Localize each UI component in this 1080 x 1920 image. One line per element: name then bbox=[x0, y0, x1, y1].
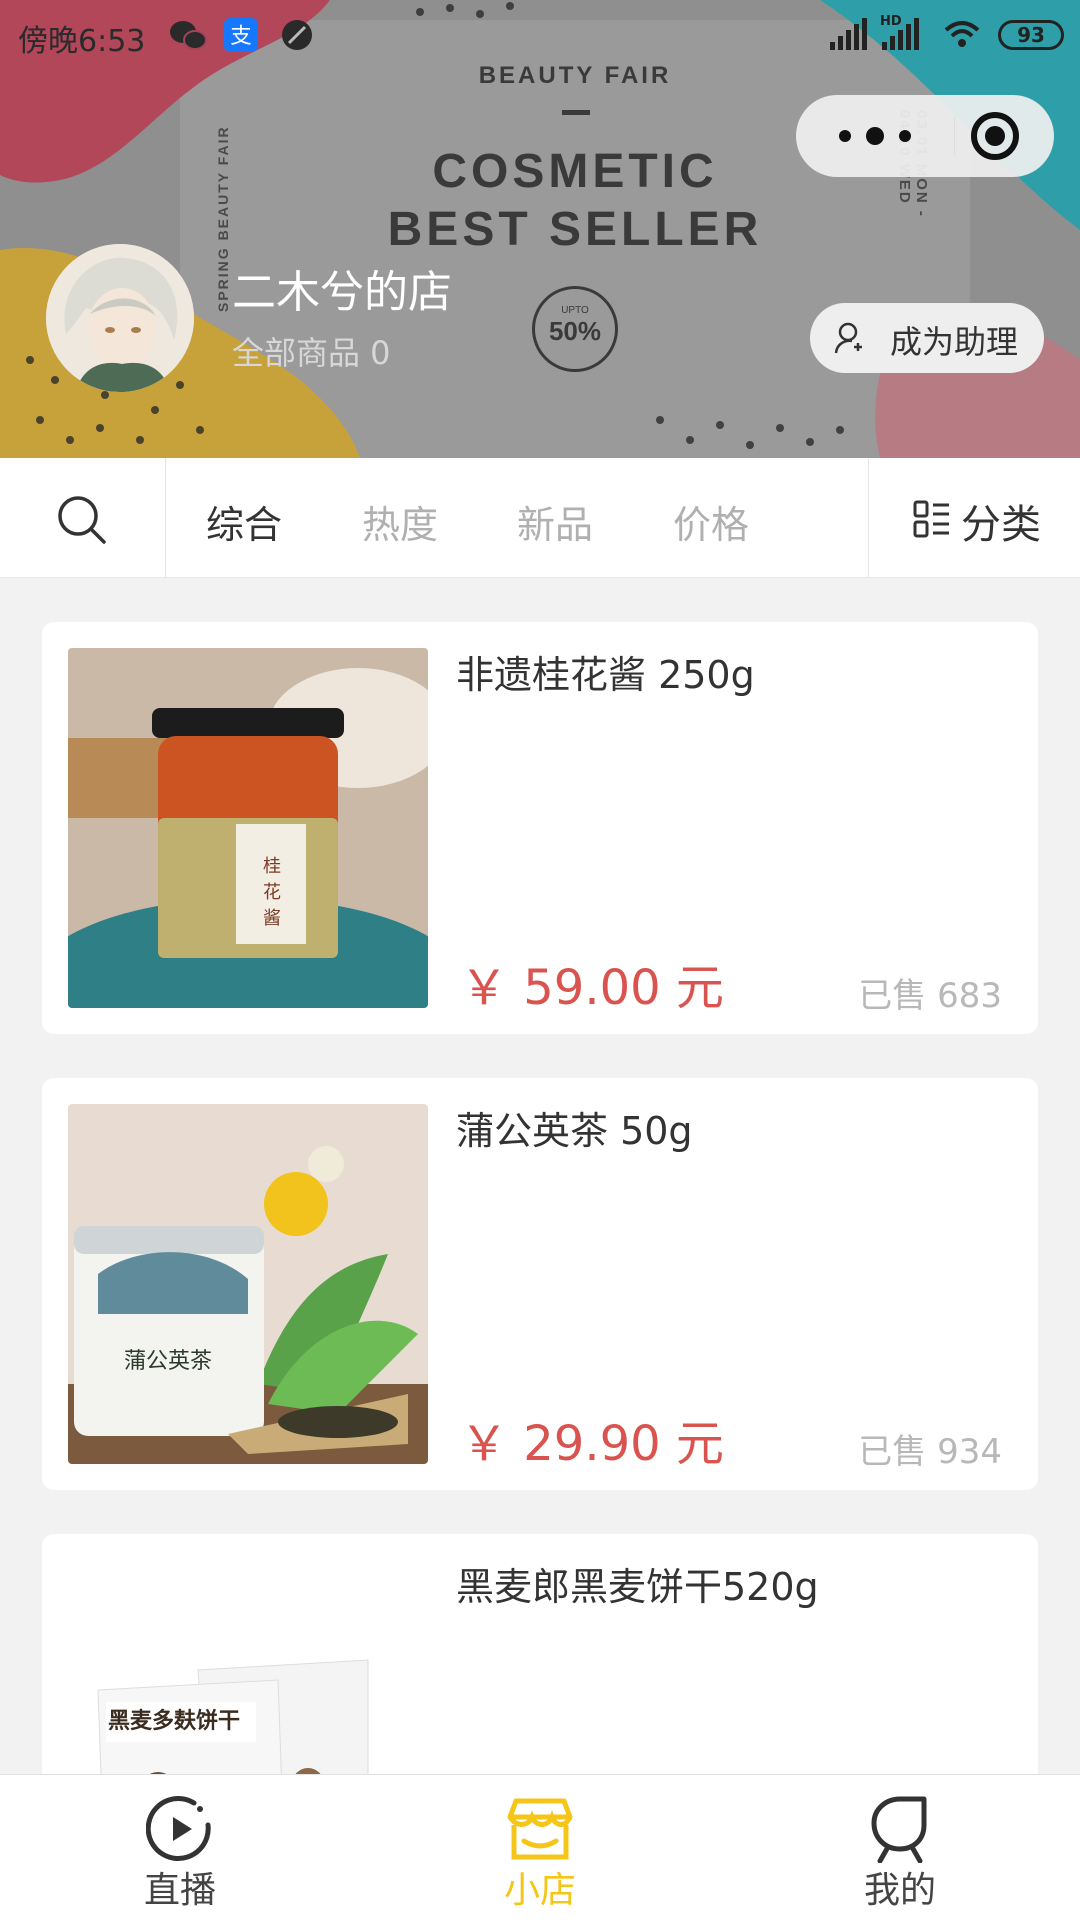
svg-text:桂: 桂 bbox=[263, 856, 281, 877]
search-icon bbox=[58, 496, 106, 544]
shop-product-count: 全部商品 0 bbox=[232, 334, 391, 372]
tab-live[interactable]: 直播 bbox=[80, 1775, 280, 1920]
poster-side-text-left: SPRING BEAUTY FAIR bbox=[215, 125, 231, 312]
tab-new[interactable]: 新品 bbox=[517, 494, 593, 549]
category-label: 分类 bbox=[961, 502, 1041, 548]
product-title: 非遗桂花酱 250g bbox=[456, 653, 755, 697]
dandelion-tea-image: 蒲公英茶 bbox=[68, 1104, 428, 1464]
tab-mine-label: 我的 bbox=[863, 1870, 936, 1911]
badge-upto: UPTO bbox=[561, 305, 589, 316]
tab-comprehensive[interactable]: 综合 bbox=[206, 494, 282, 549]
category-button[interactable]: 分类 bbox=[868, 458, 1080, 578]
tab-mine[interactable]: 我的 bbox=[800, 1775, 1000, 1920]
alipay-icon: 支 bbox=[224, 18, 258, 52]
shop-name: 二木兮的店 bbox=[232, 267, 452, 318]
profile-icon bbox=[871, 1796, 927, 1863]
product-card[interactable]: 蒲公英茶 蒲公英茶 50g ￥ 29.90 元 已售 934 bbox=[42, 1078, 1038, 1490]
shop-avatar[interactable] bbox=[46, 244, 194, 392]
become-assistant-label: 成为助理 bbox=[890, 323, 1019, 361]
status-time: 傍晚6:53 bbox=[18, 24, 146, 59]
poster-discount-badge: UPTO 50% bbox=[532, 286, 618, 372]
category-icon bbox=[913, 500, 949, 538]
svg-text:蒲公英茶: 蒲公英茶 bbox=[124, 1349, 212, 1374]
bottom-tab-bar: 直播 小店 我的 bbox=[0, 1774, 1080, 1920]
svg-text:酱: 酱 bbox=[263, 908, 281, 929]
filter-bar: 综合 热度 新品 价格 分类 bbox=[0, 458, 1080, 578]
product-card[interactable]: 桂 花 酱 非遗桂花酱 250g ￥ 59.00 元 已售 683 bbox=[42, 622, 1038, 1034]
product-price: ￥ 29.90 元 bbox=[460, 1416, 724, 1472]
block-icon bbox=[282, 20, 312, 50]
status-bar: 傍晚6:53 支 HD 93 bbox=[0, 0, 1080, 70]
search-button[interactable] bbox=[0, 458, 166, 578]
product-image[interactable]: 蒲公英茶 bbox=[68, 1104, 428, 1464]
svg-text:花: 花 bbox=[263, 882, 281, 903]
signal-icon-2 bbox=[882, 18, 919, 50]
badge-value: 50% bbox=[548, 316, 602, 346]
svg-text:黑麦多麸饼干: 黑麦多麸饼干 bbox=[108, 1708, 240, 1734]
user-icon bbox=[834, 322, 862, 354]
tab-popularity[interactable]: 热度 bbox=[362, 494, 438, 549]
shop-icon bbox=[507, 1798, 573, 1860]
wifi-icon bbox=[944, 21, 980, 47]
play-icon bbox=[146, 1796, 211, 1861]
battery-indicator: 93 bbox=[998, 20, 1064, 50]
svg-text:支: 支 bbox=[230, 24, 251, 49]
wechat-icon bbox=[170, 21, 207, 50]
tab-shop[interactable]: 小店 bbox=[440, 1775, 640, 1920]
product-title: 蒲公英茶 50g bbox=[456, 1109, 693, 1153]
tab-shop-label: 小店 bbox=[503, 1870, 576, 1911]
tab-price[interactable]: 价格 bbox=[673, 494, 749, 549]
product-title: 黑麦郎黑麦饼干520g bbox=[456, 1565, 819, 1609]
miniprogram-capsule bbox=[796, 95, 1054, 177]
product-sold-count: 已售 683 bbox=[858, 976, 1002, 1016]
osmanthus-jar-image: 桂 花 酱 bbox=[68, 648, 428, 1008]
product-price: ￥ 59.00 元 bbox=[460, 960, 724, 1016]
tab-live-label: 直播 bbox=[143, 1870, 216, 1911]
avatar-illustration bbox=[46, 244, 194, 392]
product-sold-count: 已售 934 bbox=[858, 1432, 1002, 1472]
poster-divider bbox=[562, 110, 590, 115]
close-miniprogram-icon[interactable] bbox=[970, 111, 1020, 161]
more-icon[interactable] bbox=[832, 115, 918, 157]
capsule-divider bbox=[954, 117, 955, 155]
shop-banner: BEAUTY FAIR COSMETIC BEST SELLER SPRING … bbox=[0, 0, 1080, 458]
become-assistant-button[interactable]: 成为助理 bbox=[810, 303, 1044, 373]
signal-icon bbox=[830, 18, 867, 50]
product-image[interactable]: 桂 花 酱 bbox=[68, 648, 428, 1008]
